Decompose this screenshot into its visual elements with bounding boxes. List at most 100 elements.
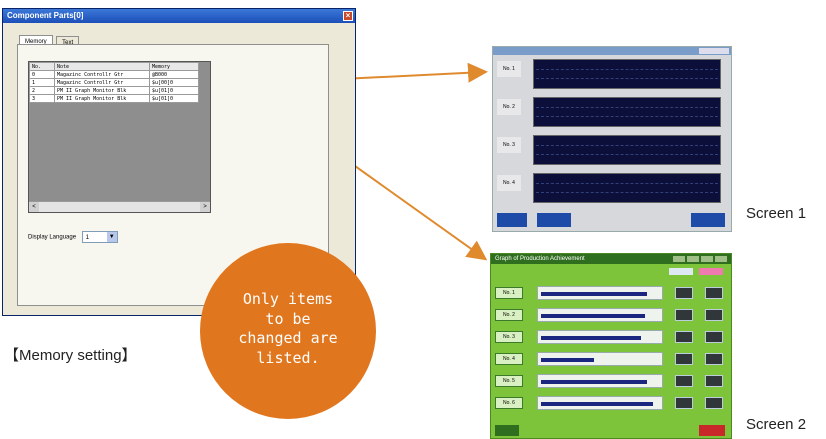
cell-memory[interactable]: @B000: [149, 70, 199, 79]
screen1-row: No. 2: [497, 97, 729, 130]
scroll-right-icon[interactable]: >: [200, 202, 210, 212]
table-row[interactable]: 1 Magazinc Controllr Gtr $u[00]0: [29, 78, 199, 87]
screen2-title: Graph of Production Achievement: [495, 256, 585, 262]
screen2-row-button[interactable]: [705, 309, 723, 321]
progress-bar: [537, 286, 663, 300]
progress-bar: [537, 374, 663, 388]
screen1-left-button[interactable]: [497, 213, 527, 227]
screen2-row-button[interactable]: [675, 397, 693, 409]
progress-fill: [541, 380, 648, 384]
cell-memory[interactable]: $u[01]0: [149, 86, 199, 95]
cell-memory[interactable]: $u[00]0: [149, 78, 199, 87]
progress-fill: [541, 402, 654, 406]
callout-line: changed are: [238, 329, 338, 347]
progress-bar: [537, 330, 663, 344]
screen2-row-label[interactable]: No. 1: [495, 287, 523, 299]
screen1-thumbnail: No. 1 No. 2 No. 3 No. 4: [492, 46, 732, 232]
screen2-row-button[interactable]: [705, 375, 723, 387]
cell-no: 0: [29, 70, 55, 79]
screen1-caption: Screen 1: [746, 205, 807, 222]
screen2-row-button[interactable]: [675, 309, 693, 321]
table-header-row: No. Note Memory: [29, 62, 199, 71]
screen2-row-label[interactable]: No. 3: [495, 331, 523, 343]
callout-line: to be: [265, 309, 311, 328]
screen1-row-label: No. 2: [497, 99, 521, 115]
screen2-row: No. 5: [495, 372, 729, 390]
memory-caption: 【Memory setting】: [4, 347, 137, 364]
screen1-row: No. 4: [497, 173, 729, 206]
language-select[interactable]: 1 ▼: [81, 231, 118, 243]
cell-note: PM II Graph Monitor Blk: [54, 86, 150, 95]
screen1-middle-button[interactable]: [537, 213, 571, 227]
screen2-row: No. 3: [495, 328, 729, 346]
screen1-row-label: No. 1: [497, 61, 521, 77]
cell-no: 1: [29, 78, 55, 87]
horizontal-scrollbar[interactable]: < >: [29, 201, 210, 212]
screen2-title-button: [715, 256, 727, 262]
screen1-right-button[interactable]: [691, 213, 725, 227]
screen1-plot: [533, 59, 721, 89]
screen2-blue-tag: [669, 268, 693, 275]
cell-memory[interactable]: $u[01]0: [149, 94, 199, 103]
progress-fill: [541, 314, 645, 318]
column-header-note: Note: [54, 62, 150, 71]
screen2-row: No. 2: [495, 306, 729, 324]
screen2-pink-tag: [699, 268, 723, 275]
screen2-title-button: [701, 256, 713, 262]
dialog-tabs: Memory Text: [19, 31, 80, 49]
screen2-row-button[interactable]: [705, 287, 723, 299]
progress-bar: [537, 396, 663, 410]
screen2-row-label[interactable]: No. 5: [495, 375, 523, 387]
progress-fill: [541, 358, 595, 362]
cell-no: 3: [29, 94, 55, 103]
column-header-memory: Memory: [149, 62, 199, 71]
language-label: Display Language: [28, 234, 77, 241]
screen2-title-button: [673, 256, 685, 262]
screen1-row: No. 1: [497, 59, 729, 92]
screen2-title-bar: Graph of Production Achievement: [491, 254, 731, 264]
screen1-plot: [533, 97, 721, 127]
progress-fill: [541, 292, 648, 296]
screen2-row: No. 1: [495, 284, 729, 302]
chevron-down-icon[interactable]: ▼: [106, 232, 117, 242]
screen2-row-label[interactable]: No. 6: [495, 397, 523, 409]
screen2-row-label[interactable]: No. 2: [495, 309, 523, 321]
memory-table: No. Note Memory 0 Magazinc Controllr Gtr…: [28, 61, 211, 213]
screen2-bottom-left-button[interactable]: [495, 425, 519, 436]
cell-no: 2: [29, 86, 55, 95]
dialog-title-bar: Component Parts[0] ×: [3, 9, 355, 23]
screen2-thumbnail: Graph of Production Achievement No. 1 No…: [490, 253, 732, 439]
progress-fill: [541, 336, 642, 340]
screen2-row-button[interactable]: [675, 375, 693, 387]
close-icon[interactable]: ×: [343, 11, 353, 21]
scroll-left-icon[interactable]: <: [29, 202, 39, 212]
screen2-title-button: [687, 256, 699, 262]
screen2-row: No. 6: [495, 394, 729, 412]
cell-note: Magazinc Controllr Gtr: [54, 70, 150, 79]
screen2-row-button[interactable]: [675, 331, 693, 343]
screen1-title-button: [699, 48, 729, 54]
screen2-caption: Screen 2: [746, 416, 807, 433]
screen1-title-bar: [493, 47, 731, 55]
screen1-plot: [533, 135, 721, 165]
screen2-row-button[interactable]: [705, 353, 723, 365]
callout-text: Only items to be changed are listed.: [200, 290, 376, 368]
callout-line: Only items: [242, 290, 334, 308]
language-row: Display Language 1 ▼: [28, 231, 118, 243]
screen1-row: No. 3: [497, 135, 729, 168]
screen1-row-label: No. 3: [497, 137, 521, 153]
screen2-row-button[interactable]: [675, 353, 693, 365]
screen2-bottom-right-button[interactable]: [699, 425, 725, 436]
progress-bar: [537, 308, 663, 322]
column-header-no: No.: [29, 62, 55, 71]
table-row[interactable]: 0 Magazinc Controllr Gtr @B000: [29, 70, 199, 79]
screen2-row-button[interactable]: [705, 331, 723, 343]
callout-line: listed.: [256, 348, 320, 367]
screen2-row-button[interactable]: [675, 287, 693, 299]
dialog-title: Component Parts[0]: [7, 11, 84, 20]
screen2-row-label[interactable]: No. 4: [495, 353, 523, 365]
screen2-row-button[interactable]: [705, 397, 723, 409]
table-row[interactable]: 2 PM II Graph Monitor Blk $u[01]0: [29, 86, 199, 95]
table-row[interactable]: 3 PM II Graph Monitor Blk $u[01]0: [29, 94, 199, 103]
progress-bar: [537, 352, 663, 366]
